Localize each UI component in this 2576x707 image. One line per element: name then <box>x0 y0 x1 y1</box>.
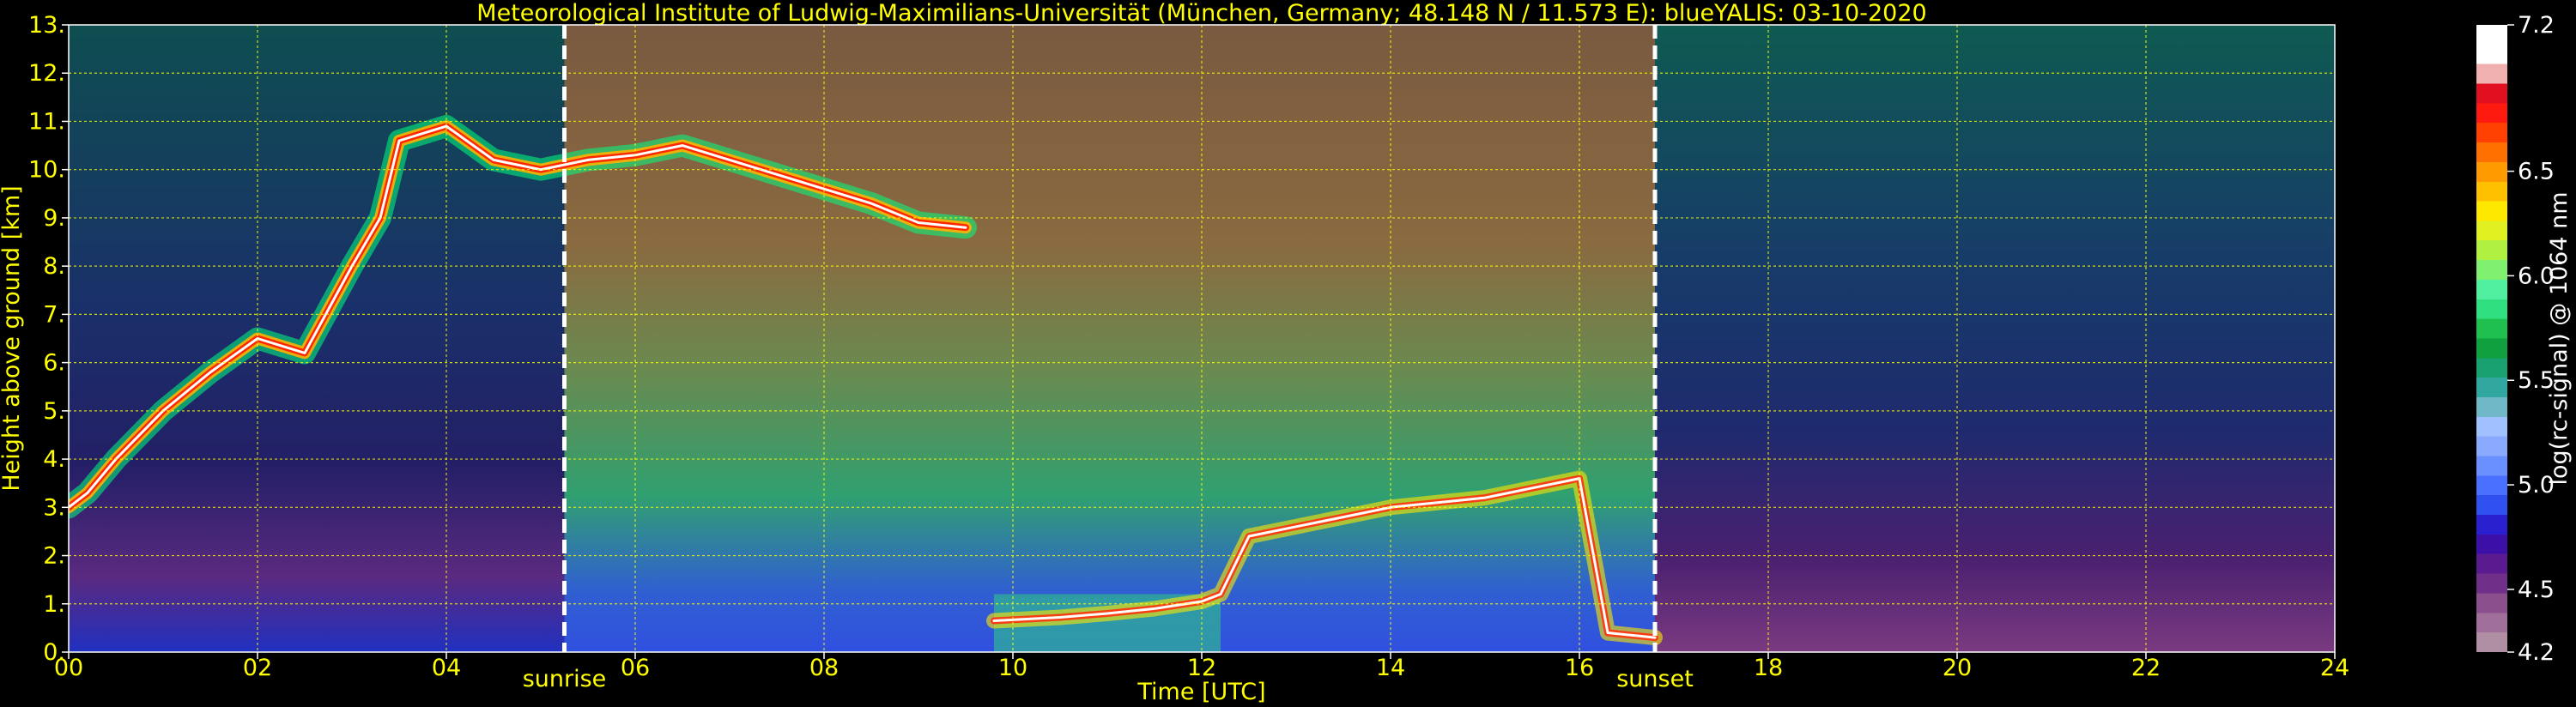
x-axis-ticks: 00 02 04 06 08 10 12 14 16 18 20 22 24 <box>54 652 2349 681</box>
sunset-label: sunset <box>1616 666 1694 692</box>
x-tick-label: 10 <box>998 655 1027 681</box>
colorbar-tick-label: 6.5 <box>2518 159 2555 185</box>
chart-title: Meteorological Institute of Ludwig-Maxim… <box>476 0 1926 27</box>
y-tick-label: 0. <box>43 639 65 666</box>
x-tick-label: 06 <box>621 655 650 681</box>
y-tick-label: 2. <box>43 543 65 570</box>
x-tick-label: 04 <box>432 655 461 681</box>
colorbar-tick-label: 4.5 <box>2518 577 2555 603</box>
x-tick-label: 22 <box>2131 655 2161 681</box>
y-tick-label: 9. <box>43 205 65 232</box>
sunrise-label: sunrise <box>523 666 607 692</box>
x-tick-label: 14 <box>1376 655 1405 681</box>
x-tick-label: 24 <box>2320 655 2349 681</box>
y-tick-label: 5. <box>43 398 65 425</box>
y-tick-label: 10. <box>28 157 65 184</box>
y-tick-label: 12. <box>28 60 65 87</box>
colorbar-label: log(rc-signal) @ 1064 nm <box>2546 191 2573 485</box>
y-tick-label: 1. <box>43 591 65 618</box>
x-tick-label: 20 <box>1943 655 1972 681</box>
y-tick-label: 8. <box>43 253 65 280</box>
x-tick-label: 02 <box>243 655 272 681</box>
colorbar-tick-label: 7.2 <box>2518 12 2555 39</box>
daytime-background <box>564 25 1655 652</box>
x-tick-label: 12 <box>1187 655 1216 681</box>
y-tick-label: 6. <box>43 350 65 377</box>
x-tick-label: 18 <box>1754 655 1783 681</box>
y-axis-label: Height above ground [km] <box>0 185 25 491</box>
colorbar: 4.24.55.05.56.06.57.2 log(rc-signal) @ 1… <box>2476 12 2573 666</box>
y-tick-label: 11. <box>28 108 65 135</box>
x-tick-label: 16 <box>1565 655 1594 681</box>
y-tick-label: 7. <box>43 301 65 328</box>
y-tick-label: 13. <box>28 12 65 39</box>
y-axis-ticks: 0. 1. 2. 3. 4. 5. 6. 7. 8. 9. 10. 11. 12. 13. <box>28 12 69 666</box>
colorbar-tick-label: 4.2 <box>2518 639 2555 666</box>
lidar-quicklook: Meteorological Institute of Ludwig-Maxim… <box>0 0 2573 705</box>
x-axis-label: Time [UTC] <box>1136 679 1265 705</box>
y-tick-label: 4. <box>43 446 65 473</box>
night-background-late <box>1655 25 2335 652</box>
colorbar-bar <box>2476 25 2507 652</box>
x-tick-label: 08 <box>809 655 839 681</box>
y-tick-label: 3. <box>43 494 65 521</box>
